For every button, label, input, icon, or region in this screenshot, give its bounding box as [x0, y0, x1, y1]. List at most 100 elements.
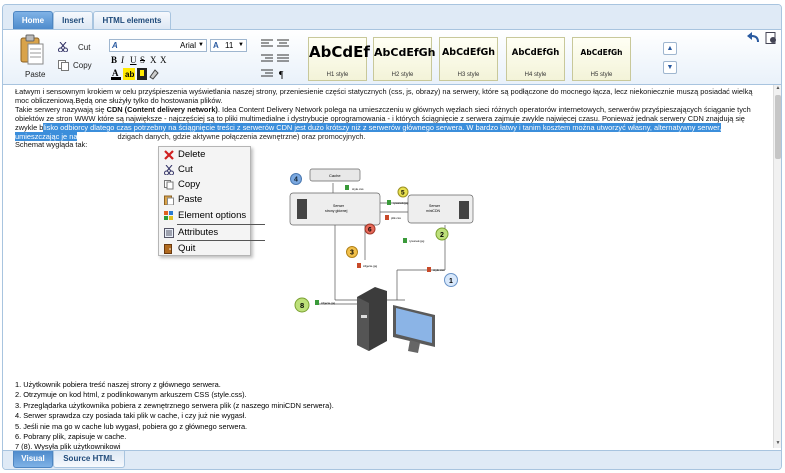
- menu-item-quit[interactable]: Quit: [159, 241, 250, 256]
- step-item: 6. Pobrany plik, zapisuje w cache.: [15, 432, 127, 442]
- indent-icon[interactable]: [261, 69, 275, 79]
- style-h4-sample: AbCdEfGh: [511, 48, 560, 58]
- style-h1[interactable]: AbCdEf H1 style: [308, 37, 370, 81]
- menu-item-delete[interactable]: Delete: [159, 147, 250, 162]
- style-h5-caption: H5 style: [590, 72, 613, 78]
- undo-icon[interactable]: [747, 32, 761, 44]
- delete-icon: [164, 150, 174, 160]
- tab-source-html[interactable]: Source HTML: [53, 451, 125, 468]
- style-h4[interactable]: AbCdEfGh H4 style: [506, 37, 565, 81]
- scissors-icon: [58, 42, 68, 52]
- arrow-down-icon: ▼: [666, 64, 674, 71]
- document-info-icon[interactable]: [765, 32, 777, 44]
- scroll-up-arrow-icon[interactable]: ▲: [774, 85, 781, 93]
- font-size-select[interactable]: A 11 ▼: [210, 39, 247, 52]
- menu-item-copy[interactable]: Copy: [159, 177, 250, 192]
- vertical-scrollbar[interactable]: ▲ ▼: [773, 85, 781, 448]
- menu-item-attributes[interactable]: Attributes: [159, 225, 250, 240]
- menu-item-cut[interactable]: Cut: [159, 162, 250, 177]
- quit-icon: [164, 244, 172, 254]
- style-h3[interactable]: AbCdEfGh H3 style: [439, 37, 498, 81]
- paste-label: Paste: [25, 70, 46, 79]
- main-server-label: Serwer: [333, 204, 345, 208]
- cut-button[interactable]: Cut: [58, 42, 98, 54]
- file-label: style.css: [352, 187, 364, 191]
- align-center-icon[interactable]: [277, 39, 291, 49]
- tab-visual[interactable]: Visual: [13, 451, 53, 468]
- underline-button[interactable]: U: [130, 55, 137, 65]
- menu-label: Quit: [178, 243, 196, 254]
- step-item: 2. Otrzymuje on kod html, z podlinkowany…: [15, 390, 247, 400]
- tab-html-elements[interactable]: HTML elements: [93, 11, 171, 29]
- file-label: zdjęcie.jpg: [363, 264, 378, 268]
- file-label: style.css: [433, 268, 445, 272]
- step-1-number: 1: [449, 278, 453, 285]
- menu-label: Element options: [178, 210, 247, 221]
- style-h5-sample: AbCdEfGh: [580, 48, 623, 57]
- style-h3-caption: H3 style: [457, 72, 480, 78]
- menu-label: Delete: [178, 149, 206, 160]
- scrollbar-thumb[interactable]: [775, 95, 781, 159]
- italic-button[interactable]: I: [121, 55, 124, 65]
- menu-label: Attributes: [178, 227, 219, 238]
- tab-insert[interactable]: Insert: [53, 11, 93, 29]
- menu-item-element-options[interactable]: Element options: [159, 208, 250, 223]
- bold-button[interactable]: B: [111, 55, 117, 65]
- text-color-icon[interactable]: A: [111, 68, 121, 80]
- file-label: plik.css: [391, 216, 401, 220]
- copy-icon: [58, 60, 69, 71]
- font-family-value: Arial: [179, 41, 196, 50]
- style-h2-sample: AbCdEfGh: [374, 46, 436, 59]
- step-item: 4. Serwer sprawdza czy posiada taki plik…: [15, 411, 247, 421]
- align-right-icon[interactable]: [261, 54, 275, 64]
- step-3-number: 3: [350, 250, 354, 257]
- scroll-down-arrow-icon[interactable]: ▼: [774, 440, 781, 448]
- user-computer-icon: [357, 287, 435, 353]
- highlight-color-icon[interactable]: ab: [123, 68, 135, 80]
- copy-icon: [164, 180, 174, 190]
- paragraph-2-tail: dzigach danych, gdzie aktywne połączenia…: [117, 131, 366, 141]
- step-6-number: 6: [368, 227, 372, 234]
- menu-label: Paste: [178, 194, 203, 205]
- style-scroll-up-button[interactable]: ▲: [663, 42, 677, 55]
- tab-home[interactable]: Home: [13, 11, 53, 29]
- style-h5[interactable]: AbCdEfGh H5 style: [572, 37, 631, 81]
- copy-button[interactable]: Copy: [58, 60, 98, 72]
- style-scroll-down-button[interactable]: ▼: [663, 61, 677, 74]
- menu-item-paste[interactable]: Paste: [159, 192, 250, 207]
- font-family-select[interactable]: A Arial ▼: [109, 39, 207, 52]
- font-size-icon: A: [213, 41, 219, 50]
- paragraph-icon[interactable]: ¶: [277, 69, 291, 79]
- subscript-button[interactable]: X: [150, 55, 157, 65]
- copy-label: Copy: [73, 61, 92, 70]
- align-left-icon[interactable]: [261, 39, 275, 49]
- view-mode-bar: Visual Source HTML: [3, 450, 781, 469]
- font-size-value: 11: [225, 41, 234, 50]
- paragraph-1: Łatwym i sensownym krokiem w celu przyśp…: [15, 87, 753, 105]
- step-2-number: 2: [440, 232, 444, 239]
- html-editor: Home Insert HTML elements Paste Cut Copy: [2, 4, 782, 470]
- paste-button[interactable]: Paste: [17, 34, 47, 80]
- chevron-down-icon: ▼: [238, 42, 244, 48]
- strikethrough-button[interactable]: S: [140, 55, 145, 65]
- ribbon-tab-bar: Home Insert HTML elements: [3, 5, 781, 30]
- style-h1-sample: AbCdEf: [309, 43, 370, 61]
- marker-icon[interactable]: [137, 68, 147, 80]
- paste-icon: [164, 195, 174, 205]
- step-8-number: 8: [300, 301, 304, 310]
- style-h2[interactable]: AbCdEfGh H2 style: [373, 37, 436, 81]
- server-icon: [297, 199, 307, 219]
- step-4-number: 4: [294, 177, 298, 184]
- file-label: zdjęcie.jpg: [321, 301, 336, 305]
- align-justify-icon[interactable]: [277, 54, 291, 64]
- paragraph-2: Takie serwery nazywają się CDN (Content …: [15, 105, 765, 142]
- paste-icon: [20, 34, 44, 65]
- style-h4-caption: H4 style: [524, 72, 547, 78]
- style-h2-caption: H2 style: [391, 72, 414, 78]
- superscript-button[interactable]: X: [160, 55, 167, 65]
- menu-label: Cut: [178, 164, 193, 175]
- clear-format-icon[interactable]: [149, 68, 159, 80]
- ribbon-toolbar: Paste Cut Copy A Arial ▼ A 11 ▼ B I U S …: [3, 30, 781, 85]
- step-item: 5. Jeśli nie ma go w cache lub wygasł, p…: [15, 421, 248, 431]
- menu-label: Copy: [178, 179, 201, 190]
